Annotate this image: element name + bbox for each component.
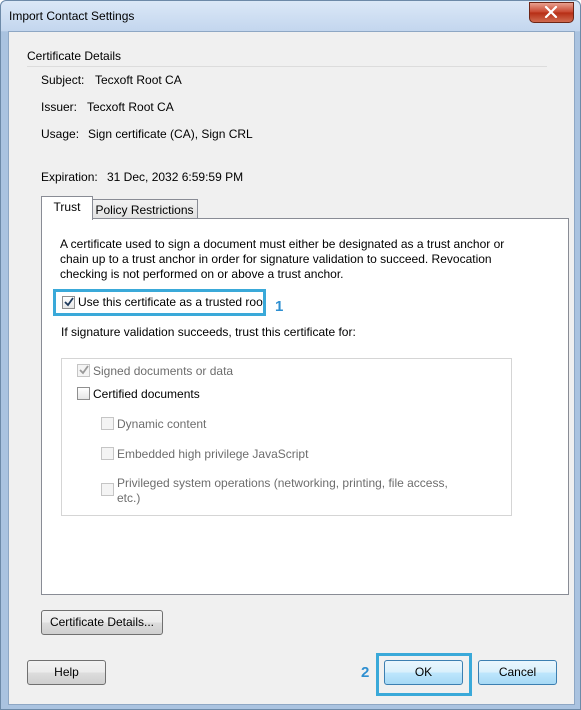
subject-value: Tecxoft Root CA [95,73,182,87]
tab-trust[interactable]: Trust [41,196,93,220]
trust-description: A certificate used to sign a document mu… [60,237,505,281]
close-icon [544,6,558,18]
issuer-label: Issuer: [41,100,78,114]
embedded-javascript-label[interactable]: Embedded high privilege JavaScript [117,447,308,461]
embedded-javascript-checkbox[interactable] [101,447,114,460]
close-button[interactable] [529,2,574,23]
privileged-operations-label[interactable]: Privileged system operations (networking… [117,476,457,506]
tab-policy-restrictions[interactable]: Policy Restrictions [91,199,198,220]
dynamic-content-checkbox[interactable] [101,417,114,430]
usage-label: Usage: [41,127,80,141]
window-title: Import Contact Settings [9,9,135,23]
step2-highlight [376,653,472,696]
certified-documents-label[interactable]: Certified documents [93,387,200,401]
tab-policy-restrictions-label: Policy Restrictions [95,203,194,217]
title-bar[interactable]: Import Contact Settings [1,1,580,31]
trust-for-label: If signature validation succeeds, trust … [61,325,356,339]
checkmark-icon [79,365,89,375]
certificate-details-button[interactable]: Certificate Details... [41,610,163,635]
step1-highlight [53,289,266,316]
expiration-label: Expiration: [41,170,98,184]
privileged-operations-checkbox[interactable] [101,483,114,496]
certificate-details-group-title: Certificate Details [27,49,122,63]
signed-documents-label[interactable]: Signed documents or data [93,364,233,378]
usage-value: Sign certificate (CA), Sign CRL [88,127,253,141]
help-button[interactable]: Help [27,660,106,685]
tab-trust-label: Trust [53,200,81,214]
cancel-button[interactable]: Cancel [478,660,557,685]
step1-callout: 1 [275,298,284,315]
dynamic-content-label[interactable]: Dynamic content [117,417,206,431]
subject-label: Subject: [41,73,85,87]
step2-callout: 2 [361,664,370,681]
expiration-value: 31 Dec, 2032 6:59:59 PM [107,170,244,184]
issuer-value: Tecxoft Root CA [87,100,174,114]
signed-documents-checkbox[interactable] [77,364,90,377]
certified-documents-checkbox[interactable] [77,387,90,400]
